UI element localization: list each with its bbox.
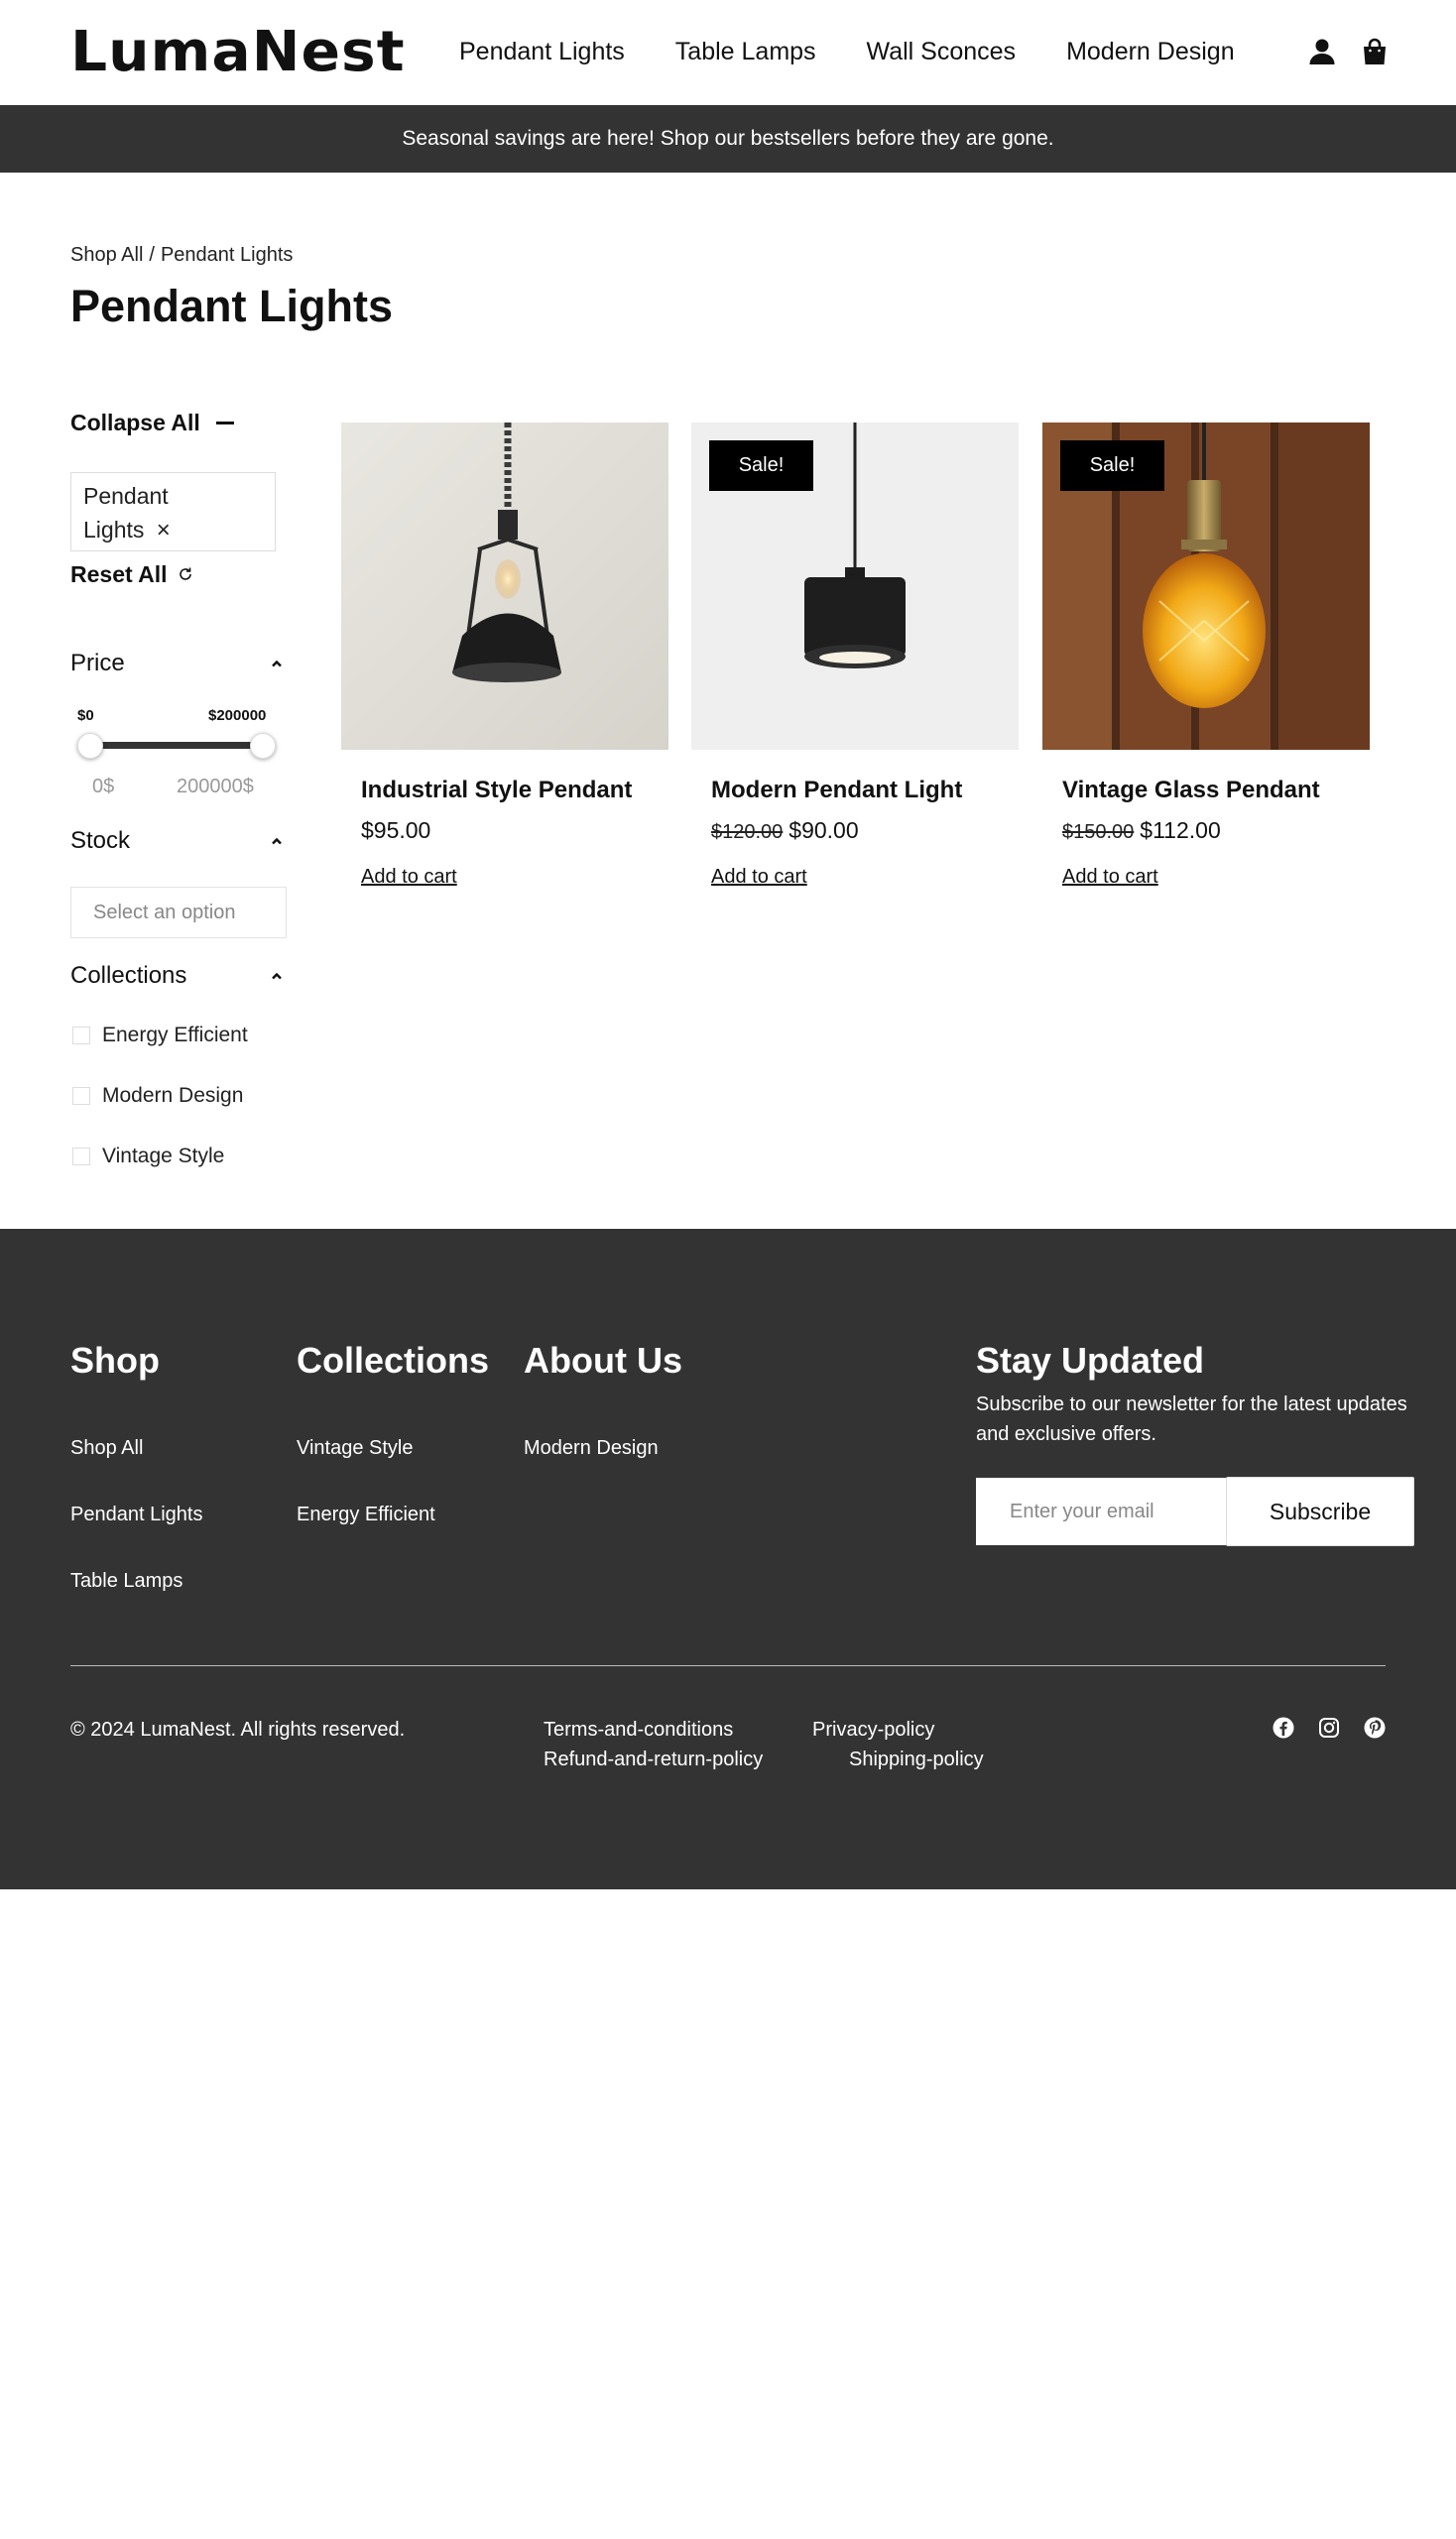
product-image[interactable] (341, 423, 668, 750)
copyright: © 2024 LumaNest. All rights reserved. (70, 1719, 406, 1741)
add-to-cart-button[interactable]: Add to cart (1062, 866, 1158, 889)
product-price: $95.00 (361, 817, 430, 844)
collection-option-vintage-style[interactable]: Vintage Style (72, 1145, 224, 1168)
reset-all-label: Reset All (70, 561, 168, 587)
collection-option-energy-efficient[interactable]: Energy Efficient (72, 1024, 248, 1047)
price-slider-track[interactable] (90, 742, 263, 749)
nav-pendant-lights[interactable]: Pendant Lights (459, 34, 625, 69)
collection-option-label: Energy Efficient (102, 1024, 248, 1046)
footer-link-shop-all[interactable]: Shop All (70, 1437, 143, 1460)
product-card: Sale! Vintage Glass Pendant $150.00 $112… (1042, 423, 1370, 888)
footer-about-heading: About Us (524, 1340, 682, 1381)
footer-link-table-lamps[interactable]: Table Lamps (70, 1570, 182, 1593)
product-image[interactable]: Sale! (1042, 423, 1370, 750)
refresh-icon (178, 561, 193, 588)
chevron-up-icon (272, 837, 282, 845)
account-icon[interactable] (1306, 36, 1338, 67)
price-max-label: $200000 (208, 707, 267, 724)
product-price: $150.00 $112.00 (1062, 817, 1221, 844)
price-min-label: $0 (77, 707, 94, 724)
breadcrumb-separator: / (149, 244, 155, 266)
footer-collections-heading: Collections (297, 1340, 490, 1381)
footer-link-pendant-lights[interactable]: Pendant Lights (70, 1504, 202, 1526)
footer-link-vintage-style[interactable]: Vintage Style (297, 1437, 414, 1460)
cart-icon[interactable] (1359, 36, 1391, 67)
nav-modern-design[interactable]: Modern Design (1066, 34, 1235, 69)
facebook-icon[interactable] (1271, 1715, 1296, 1741)
collection-option-label: Modern Design (102, 1084, 244, 1107)
collections-facet-label: Collections (70, 962, 187, 989)
chevron-up-icon (272, 660, 282, 667)
old-price: $120.00 (711, 821, 784, 843)
stock-facet-label: Stock (70, 827, 131, 854)
footer-divider (70, 1665, 1386, 1666)
pinterest-icon[interactable] (1362, 1715, 1388, 1741)
checkbox[interactable] (72, 1148, 90, 1165)
breadcrumb-shop-all[interactable]: Shop All (70, 244, 143, 267)
breadcrumb-current: Pendant Lights (160, 244, 294, 266)
minus-icon (215, 422, 234, 424)
main-nav: Pendant Lights Table Lamps Wall Sconces … (459, 34, 1285, 69)
collection-option-modern-design[interactable]: Modern Design (72, 1084, 243, 1108)
policy-link-terms[interactable]: Terms-and-conditions (544, 1719, 733, 1742)
current-price: $90.00 (789, 817, 859, 843)
price-range-max: 200000$ (177, 776, 254, 797)
product-price: $120.00 $90.00 (711, 817, 859, 844)
price-slider-max-handle[interactable] (250, 733, 276, 759)
price-facet-label: Price (70, 650, 125, 676)
newsletter-description: Subscribe to our newsletter for the late… (976, 1393, 1407, 1445)
stock-facet-header[interactable]: Stock (70, 827, 283, 855)
price-facet-header[interactable]: Price (70, 650, 283, 677)
product-name[interactable]: Industrial Style Pendant (361, 777, 632, 804)
newsletter-email-input[interactable]: Enter your email (976, 1478, 1226, 1545)
footer-link-energy-efficient[interactable]: Energy Efficient (297, 1504, 435, 1526)
product-card: Sale! Modern Pendant Light $120.00 $90.0… (691, 423, 1019, 888)
price-slider-min-handle[interactable] (77, 733, 103, 759)
footer-shop-heading: Shop (70, 1340, 160, 1381)
current-price: $95.00 (361, 817, 431, 843)
reset-all-button[interactable]: Reset All (70, 561, 193, 588)
announcement-bar: Seasonal savings are here! Shop our best… (0, 105, 1456, 173)
footer-link-modern-design[interactable]: Modern Design (524, 1437, 659, 1460)
sale-badge: Sale! (1060, 440, 1164, 491)
product-image[interactable]: Sale! (691, 423, 1019, 750)
collections-facet-header[interactable]: Collections (70, 962, 283, 990)
old-price: $150.00 (1062, 821, 1135, 843)
policy-link-shipping[interactable]: Shipping-policy (849, 1749, 984, 1771)
chip-label-line1: Pendant (83, 483, 169, 509)
collapse-all-button[interactable]: Collapse All (70, 410, 234, 436)
stock-select-placeholder: Select an option (93, 901, 236, 923)
chevron-up-icon (272, 972, 282, 980)
collapse-all-label: Collapse All (70, 410, 200, 435)
site-header: LumaNest Pendant Lights Table Lamps Wall… (0, 0, 1456, 105)
instagram-icon[interactable] (1316, 1715, 1342, 1741)
price-range-min: 0$ (92, 776, 115, 797)
product-name[interactable]: Modern Pendant Light (711, 777, 962, 804)
newsletter-heading: Stay Updated (976, 1340, 1205, 1381)
close-icon[interactable]: × (157, 517, 171, 544)
page-title: Pendant Lights (70, 281, 393, 331)
collection-option-label: Vintage Style (102, 1145, 225, 1167)
breadcrumb: Shop All / Pendant Lights (70, 244, 293, 267)
current-price: $112.00 (1140, 817, 1221, 843)
nav-table-lamps[interactable]: Table Lamps (675, 34, 816, 69)
policy-link-privacy[interactable]: Privacy-policy (812, 1719, 934, 1742)
email-placeholder: Enter your email (1010, 1500, 1154, 1522)
nav-wall-sconces[interactable]: Wall Sconces (867, 34, 1017, 69)
chip-label-line2: Lights (83, 517, 145, 543)
product-card: Industrial Style Pendant $95.00 Add to c… (341, 423, 668, 888)
policy-link-refund[interactable]: Refund-and-return-policy (544, 1749, 763, 1771)
site-footer: Shop Shop All Pendant Lights Table Lamps… (0, 1229, 1456, 1889)
subscribe-button[interactable]: Subscribe (1226, 1477, 1414, 1546)
checkbox[interactable] (72, 1027, 90, 1044)
add-to-cart-button[interactable]: Add to cart (361, 866, 457, 889)
add-to-cart-button[interactable]: Add to cart (711, 866, 807, 889)
logo[interactable]: LumaNest (70, 22, 406, 83)
active-filter-chip: Pendant Lights × (70, 472, 276, 551)
checkbox[interactable] (72, 1087, 90, 1105)
stock-select[interactable]: Select an option (70, 887, 287, 938)
product-name[interactable]: Vintage Glass Pendant (1062, 777, 1320, 804)
sale-badge: Sale! (709, 440, 813, 491)
